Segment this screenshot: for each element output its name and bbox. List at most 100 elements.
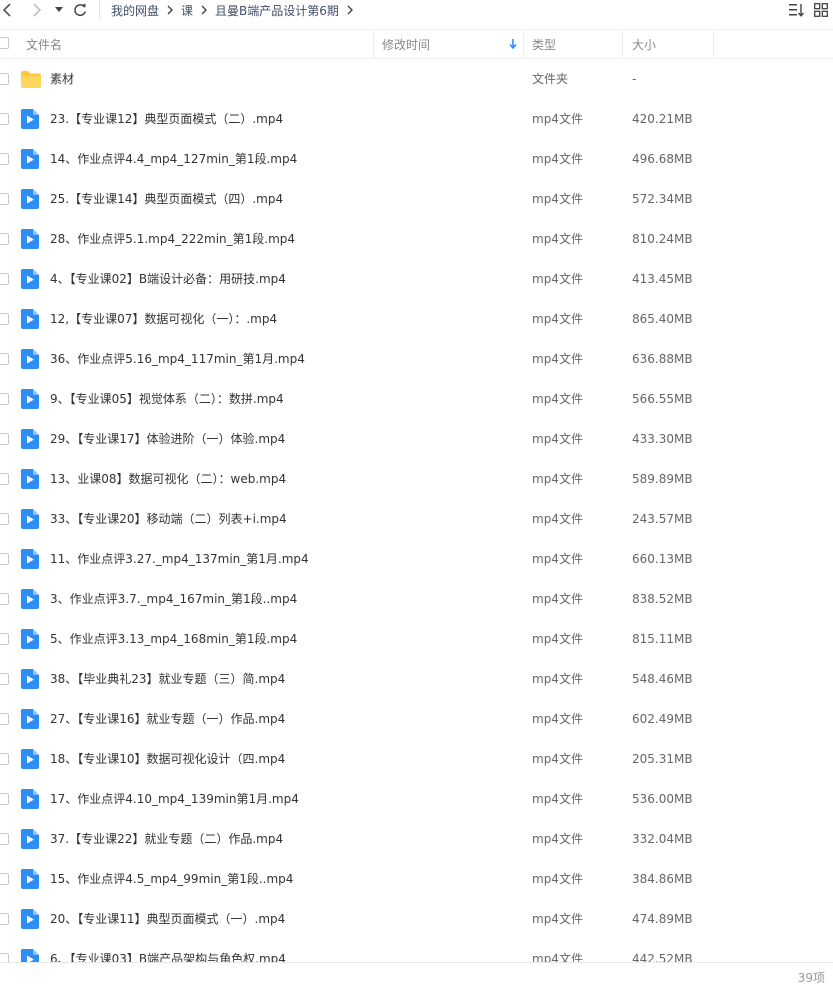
row-checkbox[interactable] <box>0 273 9 285</box>
file-size: 474.89MB <box>632 912 693 926</box>
video-file-icon <box>21 149 40 169</box>
file-type: mp4文件 <box>532 272 583 286</box>
sort-button[interactable] <box>785 0 809 20</box>
row-checkbox[interactable] <box>0 513 9 525</box>
file-name: 15、作业点评4.5_mp4_99min_第1段..mp4 <box>50 872 294 886</box>
video-file-icon <box>21 829 40 849</box>
row-checkbox[interactable] <box>0 233 9 245</box>
file-type: mp4文件 <box>532 912 583 926</box>
file-row[interactable]: 12,【专业课07】数据可视化（一）：.mp4 mp4文件 865.40MB <box>0 299 833 339</box>
history-dropdown-button[interactable] <box>53 0 65 20</box>
file-row[interactable]: 20、【专业课11】典型页面模式（一）.mp4 mp4文件 474.89MB <box>0 899 833 939</box>
file-name: 6、【专业课03】B端产品架构与角色权.mp4 <box>50 952 286 962</box>
file-row[interactable]: 28、作业点评5.1.mp4_222min_第1段.mp4 mp4文件 810.… <box>0 219 833 259</box>
select-all-checkbox[interactable] <box>0 37 9 49</box>
file-row[interactable]: 23.【专业课12】典型页面模式（二）.mp4 mp4文件 420.21MB <box>0 99 833 139</box>
file-name: 11、作业点评3.27._mp4_137min_第1月.mp4 <box>50 552 309 566</box>
file-size: 589.89MB <box>632 472 693 486</box>
breadcrumb-expand-icon[interactable] <box>347 5 353 15</box>
file-row[interactable]: 3、作业点评3.7._mp4_167min_第1段..mp4 mp4文件 838… <box>0 579 833 619</box>
breadcrumb-separator-icon <box>201 5 208 15</box>
file-row[interactable]: 36、作业点评5.16_mp4_117min_第1月.mp4 mp4文件 636… <box>0 339 833 379</box>
row-checkbox[interactable] <box>0 193 9 205</box>
breadcrumb-item-my-drive[interactable]: 我的网盘 <box>111 2 159 19</box>
breadcrumb-item-course[interactable]: 课 <box>181 2 193 19</box>
video-file-icon <box>21 669 40 689</box>
row-checkbox[interactable] <box>0 433 9 445</box>
file-row[interactable]: 14、作业点评4.4_mp4_127min_第1段.mp4 mp4文件 496.… <box>0 139 833 179</box>
grid-view-button[interactable] <box>809 0 833 20</box>
item-count: 39项 <box>797 971 825 985</box>
file-row[interactable]: 25.【专业课14】典型页面模式（四）.mp4 mp4文件 572.34MB <box>0 179 833 219</box>
row-checkbox[interactable] <box>0 913 9 925</box>
file-name: 20、【专业课11】典型页面模式（一）.mp4 <box>50 912 286 926</box>
file-size: 636.88MB <box>632 352 693 366</box>
sort-desc-icon[interactable] <box>509 30 517 58</box>
folder-row[interactable]: 素材 文件夹 - <box>0 59 833 99</box>
file-row[interactable]: 9、【专业课05】视觉体系（二）：数拼.mp4 mp4文件 566.55MB <box>0 379 833 419</box>
row-checkbox[interactable] <box>0 873 9 885</box>
sort-icon <box>789 4 805 17</box>
column-header-modified[interactable]: 修改时间 <box>382 30 430 58</box>
row-checkbox[interactable] <box>0 313 9 325</box>
row-checkbox[interactable] <box>0 713 9 725</box>
file-size: 420.21MB <box>632 112 693 126</box>
file-name: 28、作业点评5.1.mp4_222min_第1段.mp4 <box>50 232 296 246</box>
view-controls <box>785 0 833 20</box>
row-checkbox[interactable] <box>0 473 9 485</box>
file-name: 27、【专业课16】就业专题（一）作品.mp4 <box>50 712 286 726</box>
file-row[interactable]: 27、【专业课16】就业专题（一）作品.mp4 mp4文件 602.49MB <box>0 699 833 739</box>
chevron-right-icon <box>33 3 41 17</box>
file-row[interactable]: 6、【专业课03】B端产品架构与角色权.mp4 mp4文件 442.52MB <box>0 939 833 962</box>
row-checkbox[interactable] <box>0 833 9 845</box>
chevron-left-icon <box>3 3 11 17</box>
video-file-icon <box>21 229 40 249</box>
caret-down-icon <box>55 7 63 12</box>
video-file-icon <box>21 309 40 329</box>
file-size: 536.00MB <box>632 792 693 806</box>
file-row[interactable]: 15、作业点评4.5_mp4_99min_第1段..mp4 mp4文件 384.… <box>0 859 833 899</box>
file-name: 5、作业点评3.13_mp4_168min_第1段.mp4 <box>50 632 298 646</box>
file-row[interactable]: 18、【专业课10】数据可视化设计（四.mp4 mp4文件 205.31MB <box>0 739 833 779</box>
row-checkbox[interactable] <box>0 353 9 365</box>
file-row[interactable]: 33、【专业课20】移动端（二）列表+i.mp4 mp4文件 243.57MB <box>0 499 833 539</box>
row-checkbox[interactable] <box>0 113 9 125</box>
file-type: mp4文件 <box>532 192 583 206</box>
refresh-button[interactable] <box>72 0 88 20</box>
file-size: 413.45MB <box>632 272 693 286</box>
file-size: 810.24MB <box>632 232 693 246</box>
row-checkbox[interactable] <box>0 153 9 165</box>
row-checkbox[interactable] <box>0 73 9 85</box>
file-size: 602.49MB <box>632 712 693 726</box>
column-header-type[interactable]: 类型 <box>532 30 556 58</box>
file-name: 12,【专业课07】数据可视化（一）：.mp4 <box>50 312 278 326</box>
file-name: 29、【专业课17】体验进阶（一）体验.mp4 <box>50 432 286 446</box>
file-row[interactable]: 38、【毕业典礼23】就业专题（三）简.mp4 mp4文件 548.46MB <box>0 659 833 699</box>
file-row[interactable]: 29、【专业课17】体验进阶（一）体验.mp4 mp4文件 433.30MB <box>0 419 833 459</box>
file-name: 25.【专业课14】典型页面模式（四）.mp4 <box>50 192 284 206</box>
file-row[interactable]: 17、作业点评4.10_mp4_139min第1月.mp4 mp4文件 536.… <box>0 779 833 819</box>
file-row[interactable]: 13、业课08】数据可视化（二）：web.mp4 mp4文件 589.89MB <box>0 459 833 499</box>
column-header-size[interactable]: 大小 <box>632 30 656 58</box>
file-size: 205.31MB <box>632 752 693 766</box>
video-file-icon <box>21 509 40 529</box>
row-checkbox[interactable] <box>0 633 9 645</box>
row-checkbox[interactable] <box>0 753 9 765</box>
file-row[interactable]: 37.【专业课22】就业专题（二）作品.mp4 mp4文件 332.04MB <box>0 819 833 859</box>
row-checkbox[interactable] <box>0 793 9 805</box>
row-checkbox[interactable] <box>0 393 9 405</box>
file-row[interactable]: 4、【专业课02】B端设计必备：用研技.mp4 mp4文件 413.45MB <box>0 259 833 299</box>
breadcrumb-separator-icon <box>167 5 174 15</box>
file-type: mp4文件 <box>532 952 583 962</box>
column-header-name[interactable]: 文件名 <box>26 30 62 58</box>
file-name: 37.【专业课22】就业专题（二）作品.mp4 <box>50 832 284 846</box>
row-checkbox[interactable] <box>0 673 9 685</box>
row-checkbox[interactable] <box>0 953 9 962</box>
file-row[interactable]: 5、作业点评3.13_mp4_168min_第1段.mp4 mp4文件 815.… <box>0 619 833 659</box>
file-row[interactable]: 11、作业点评3.27._mp4_137min_第1月.mp4 mp4文件 66… <box>0 539 833 579</box>
row-checkbox[interactable] <box>0 593 9 605</box>
back-button[interactable] <box>0 0 14 20</box>
breadcrumb-item-current-folder[interactable]: 且曼B端产品设计第6期 <box>215 2 339 19</box>
row-checkbox[interactable] <box>0 553 9 565</box>
forward-button[interactable] <box>30 0 44 20</box>
